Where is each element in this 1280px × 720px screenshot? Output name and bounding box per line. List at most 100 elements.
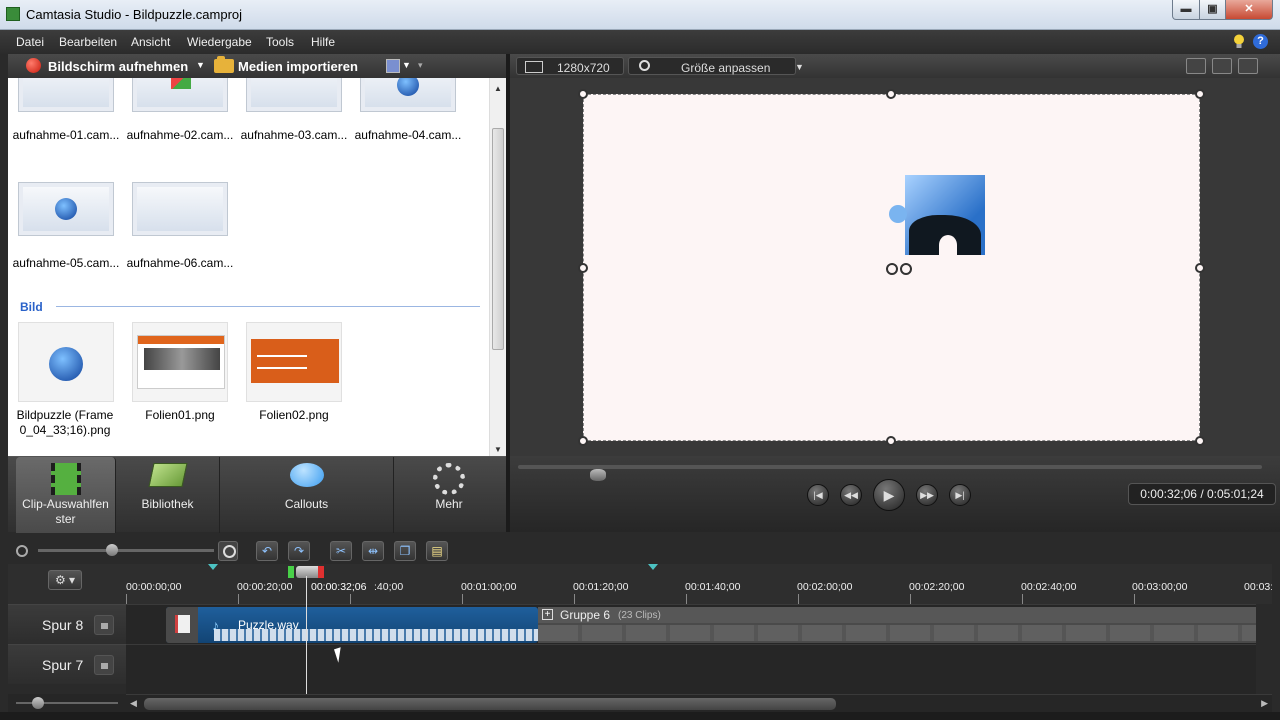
clip-bin-scrollbar[interactable]: ▲ ▼: [489, 78, 506, 456]
tab-more[interactable]: Mehr: [394, 457, 504, 533]
track-spur-8[interactable]: ♪ Puzzle.wav + Gruppe 6 (23 Clips): [126, 604, 1256, 644]
menu-hilfe[interactable]: Hilfe: [311, 35, 335, 49]
timeline-header: ⚙ ▾: [8, 564, 126, 604]
rewind-button[interactable]: ◀◀: [840, 484, 862, 506]
resize-handle-top[interactable]: [886, 89, 896, 99]
task-tabs: Clip-Auswahlfenster Bibliothek Callouts …: [8, 456, 508, 533]
scroll-left-icon[interactable]: ◀: [130, 698, 137, 709]
lightbulb-icon[interactable]: [1233, 34, 1245, 49]
folder-icon[interactable]: [214, 56, 234, 73]
seek-knob[interactable]: [589, 469, 606, 481]
previous-clip-button[interactable]: |◀: [807, 484, 829, 506]
undo-icon[interactable]: ↶: [256, 541, 278, 561]
out-point-handle[interactable]: [318, 566, 324, 578]
tab-library[interactable]: Bibliothek: [116, 457, 220, 533]
resize-handle-bottom[interactable]: [886, 436, 896, 446]
menu-ansicht[interactable]: Ansicht: [131, 35, 170, 49]
resize-handle-left[interactable]: [578, 263, 588, 273]
gear-icon[interactable]: ⚙ ▾: [48, 570, 82, 590]
tab-clip-bin[interactable]: Clip-Auswahlfenster: [16, 457, 116, 533]
video-canvas[interactable]: [583, 94, 1200, 441]
resize-handle-right[interactable]: [1195, 263, 1205, 273]
play-button[interactable]: ▶: [873, 479, 905, 511]
recording-thumbnail-01[interactable]: [18, 78, 114, 112]
track-height-knob[interactable]: [32, 697, 44, 709]
scroll-thumb[interactable]: [492, 128, 504, 350]
marker-icon[interactable]: [208, 564, 218, 570]
resize-handle-bottom-left[interactable]: [578, 436, 588, 446]
preview-area: [510, 78, 1280, 456]
timeline-zoom-slider[interactable]: [38, 549, 214, 552]
timeline-horizontal-scrollbar[interactable]: ◀ ▶: [126, 694, 1272, 712]
detach-preview-icon[interactable]: [1238, 58, 1258, 74]
in-point-handle[interactable]: [288, 566, 294, 578]
expand-group-icon[interactable]: +: [542, 609, 553, 620]
fast-forward-button[interactable]: ▶▶: [916, 484, 938, 506]
timeline-ruler[interactable]: 00:00:00;00 00:00:20;00 :40;00 00:01:00;…: [126, 564, 1272, 604]
timeline-scroll-thumb[interactable]: [144, 698, 836, 710]
toolbar-overflow-icon[interactable]: ▾: [418, 60, 423, 71]
image-thumbnail-folien01[interactable]: [132, 322, 228, 402]
recording-thumbnail-04[interactable]: [360, 78, 456, 112]
zoom-in-icon[interactable]: [218, 541, 238, 561]
rotation-handle[interactable]: [900, 263, 912, 275]
redo-icon[interactable]: ↷: [288, 541, 310, 561]
marker-icon[interactable]: [648, 564, 658, 570]
track-spur-7[interactable]: [126, 644, 1256, 694]
track-header-spur-8[interactable]: Spur 8: [8, 604, 126, 644]
view-mode-icon[interactable]: [386, 59, 400, 73]
track-header-spur-7[interactable]: Spur 7: [8, 644, 126, 684]
dimensions-box[interactable]: 1280x720: [516, 57, 624, 75]
next-clip-button[interactable]: ▶|: [949, 484, 971, 506]
lock-icon[interactable]: [94, 615, 114, 635]
clip-handle[interactable]: [166, 607, 198, 643]
track-height-slider[interactable]: [8, 694, 126, 712]
view-mode-dropdown-icon[interactable]: ▼: [402, 60, 411, 70]
scroll-right-icon[interactable]: ▶: [1261, 698, 1268, 709]
puzzle-piece-image[interactable]: [889, 175, 985, 255]
help-icon[interactable]: ?: [1253, 34, 1268, 49]
scroll-up-icon[interactable]: ▲: [494, 84, 502, 93]
zoom-dropdown[interactable]: Größe anpassen ▼: [628, 57, 804, 75]
tab-callouts[interactable]: Callouts: [220, 457, 394, 533]
record-icon[interactable]: [26, 58, 41, 73]
seek-bar[interactable]: [518, 465, 1262, 481]
split-icon[interactable]: ⇹: [362, 541, 384, 561]
timeline-vertical-scrollbar[interactable]: [1256, 604, 1272, 694]
record-screen-button[interactable]: Bildschirm aufnehmen: [48, 59, 188, 74]
cut-icon[interactable]: ✂: [330, 541, 352, 561]
recording-thumbnail-06[interactable]: [132, 182, 228, 236]
image-thumbnail-folien02[interactable]: [246, 322, 342, 402]
pan-hand-icon[interactable]: [1186, 58, 1206, 74]
crop-icon[interactable]: [1212, 58, 1232, 74]
resize-handle-top-left[interactable]: [578, 89, 588, 99]
group-clip[interactable]: + Gruppe 6 (23 Clips): [538, 607, 1256, 643]
resize-handle-bottom-right[interactable]: [1195, 436, 1205, 446]
recording-thumbnail-02[interactable]: [132, 78, 228, 112]
image-thumbnail-puzzle[interactable]: [18, 322, 114, 402]
menu-bearbeiten[interactable]: Bearbeiten: [59, 35, 117, 49]
zoom-out-icon[interactable]: [16, 545, 28, 557]
copy-icon[interactable]: ❐: [394, 541, 416, 561]
minimize-button[interactable]: ▬: [1172, 0, 1200, 20]
lock-icon[interactable]: [94, 655, 114, 675]
menu-tools[interactable]: Tools: [266, 35, 294, 49]
paste-icon[interactable]: ▤: [426, 541, 448, 561]
import-media-button[interactable]: Medien importieren: [238, 59, 358, 74]
window-bottom-edge: [0, 712, 1280, 720]
image-label: Folien01.png: [145, 408, 215, 422]
audio-clip[interactable]: ♪ Puzzle.wav: [166, 607, 538, 643]
maximize-button[interactable]: ▣: [1199, 0, 1226, 20]
recording-thumbnail-03[interactable]: [246, 78, 342, 112]
tick-label: 00:03:: [1244, 581, 1272, 593]
menu-datei[interactable]: Datei: [16, 35, 44, 49]
menu-wiedergabe[interactable]: Wiedergabe: [187, 35, 252, 49]
scroll-down-icon[interactable]: ▼: [494, 445, 502, 454]
resize-handle-top-right[interactable]: [1195, 89, 1205, 99]
rotation-handle[interactable]: [886, 263, 898, 275]
close-button[interactable]: ✕: [1225, 0, 1273, 20]
timeline-zoom-knob[interactable]: [106, 544, 118, 556]
player-controls: |◀ ◀◀ ▶ ▶▶ ▶| 0:00:32;06 / 0:05:01;24: [510, 456, 1280, 532]
recording-thumbnail-05[interactable]: [18, 182, 114, 236]
record-dropdown-arrow-icon[interactable]: ▼: [196, 60, 205, 70]
